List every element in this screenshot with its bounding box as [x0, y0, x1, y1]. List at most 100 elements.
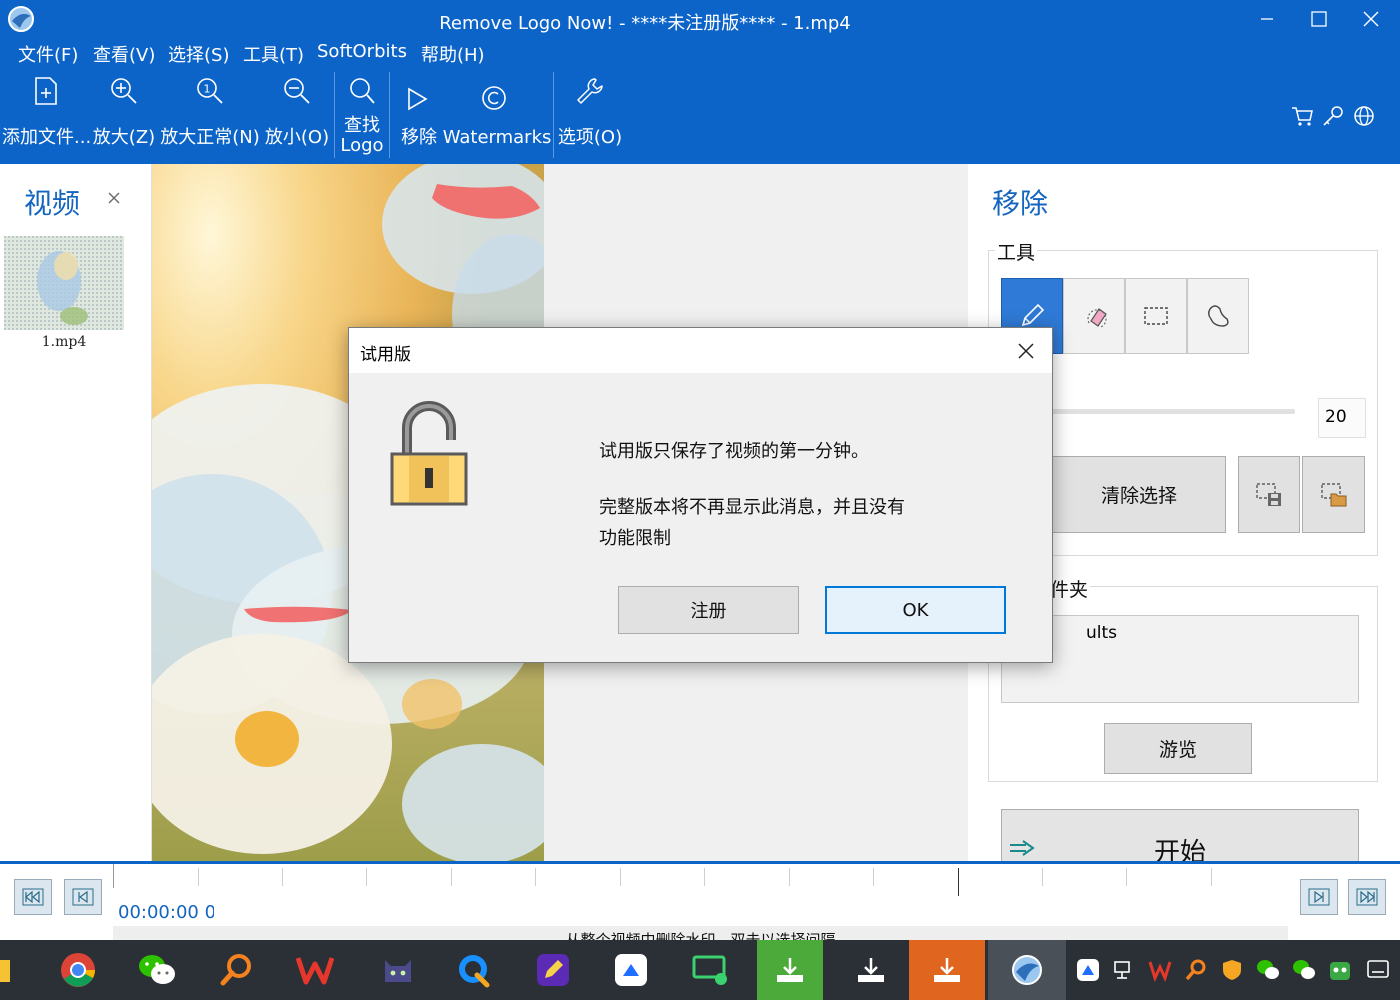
find-logo-label-2: Logo — [340, 135, 384, 156]
search-taskbar-button[interactable] — [212, 946, 260, 994]
tick — [1042, 868, 1043, 886]
chrome-taskbar-button[interactable] — [54, 946, 102, 994]
minimize-button[interactable] — [1244, 0, 1290, 38]
title-bar: Remove Logo Now! - ****未注册版**** - 1.mp4 — [0, 0, 1400, 38]
shield-icon[interactable] — [1220, 958, 1244, 982]
menu-select[interactable]: 选择(S) — [168, 41, 229, 67]
lasso-icon — [1208, 305, 1229, 327]
key-icon[interactable] — [1321, 104, 1345, 128]
maximize-icon — [1311, 11, 1327, 27]
menu-softorbits[interactable]: SoftOrbits — [317, 41, 407, 62]
menu-file[interactable]: 文件(F) — [18, 41, 78, 67]
browse-button[interactable]: 游览 — [1104, 723, 1252, 774]
ribbon-separator — [389, 72, 390, 158]
zoom-normal-button[interactable]: 1 放大正常(N) — [158, 68, 262, 164]
menu-tools[interactable]: 工具(T) — [243, 41, 304, 67]
ribbon-toolbar: 添加文件... 放大(Z) 1 放大正常(N) 放小(O) 查找 Logo 移除… — [0, 68, 1400, 164]
video-thumbnail[interactable] — [4, 236, 124, 330]
eraser-tool-button[interactable] — [1063, 278, 1125, 354]
timeline-ruler[interactable] — [113, 864, 1288, 896]
tray-wps-icon[interactable] — [1148, 958, 1172, 982]
go-to-start-button[interactable] — [14, 879, 52, 915]
zoom-out-label: 放小(O) — [264, 127, 330, 148]
register-button[interactable]: 注册 — [618, 586, 799, 634]
download-orange-taskbar-button[interactable] — [909, 940, 985, 1000]
feishu-taskbar-button[interactable] — [607, 946, 655, 994]
tray-green-app-icon[interactable] — [1328, 958, 1352, 982]
menu-bar: 文件(F) 查看(V) 选择(S) 工具(T) SoftOrbits 帮助(H) — [0, 38, 1400, 68]
brush-size-field[interactable]: 20 — [1318, 398, 1366, 438]
timeline-panel: 00:00:00 00 从整个视频中删除水印，双击以选择间隔 — [0, 861, 1400, 943]
lasso-tool-button[interactable] — [1187, 278, 1249, 354]
rect-select-tool-button[interactable] — [1125, 278, 1187, 354]
browser-taskbar-button[interactable] — [450, 946, 498, 994]
tray-wechat-icon[interactable] — [1256, 958, 1280, 982]
monitor-app-taskbar-button[interactable] — [686, 946, 734, 994]
zoom-normal-icon: 1 — [197, 78, 223, 104]
input-method-icon[interactable] — [1366, 958, 1390, 982]
video-panel-title: 视频 — [24, 187, 81, 220]
tick — [198, 868, 199, 886]
add-file-icon — [35, 77, 57, 105]
register-button-label: 注册 — [690, 601, 727, 622]
options-label: 选项(O) — [557, 127, 623, 148]
globe-icon[interactable] — [1352, 104, 1376, 128]
output-folder-field[interactable]: ults — [1001, 615, 1359, 703]
add-files-button[interactable]: 添加文件... — [2, 68, 92, 164]
wps-taskbar-button[interactable] — [291, 946, 339, 994]
dialog-close-icon[interactable] — [1013, 338, 1039, 364]
close-window-button[interactable] — [1348, 0, 1394, 38]
load-selection-button[interactable] — [1302, 456, 1365, 533]
play-icon — [408, 87, 428, 111]
cat-app-taskbar-button[interactable] — [374, 946, 422, 994]
close-icon — [1363, 11, 1379, 27]
save-selection-button[interactable] — [1238, 456, 1300, 533]
menu-help[interactable]: 帮助(H) — [421, 41, 485, 67]
copyright-icon — [482, 86, 506, 110]
clear-selection-button[interactable]: 清除选择 — [1052, 456, 1226, 533]
cart-icon[interactable] — [1290, 104, 1314, 128]
zoom-out-button[interactable]: 放小(O) — [262, 68, 332, 164]
screen-share-icon — [692, 955, 727, 985]
ribbon-separator — [553, 72, 554, 158]
brush-size-slider[interactable] — [1052, 409, 1295, 414]
window-title: Remove Logo Now! - ****未注册版**** - 1.mp4 — [439, 13, 851, 34]
file-explorer-icon[interactable] — [0, 960, 10, 982]
editor-taskbar-button[interactable] — [529, 946, 577, 994]
options-button[interactable]: 选项(O) — [556, 68, 624, 164]
tools-group-label: 工具 — [995, 238, 1038, 265]
skip-to-start-icon — [22, 888, 44, 906]
menu-view[interactable]: 查看(V) — [93, 41, 155, 67]
remove-watermarks-button[interactable]: 移除 Watermarks — [396, 68, 552, 164]
download-dark-taskbar-button[interactable] — [838, 940, 904, 1000]
step-back-icon — [72, 888, 94, 906]
tray-search-icon[interactable] — [1184, 958, 1208, 982]
ok-button[interactable]: OK — [825, 586, 1006, 634]
zoom-in-button[interactable]: 放大(Z) — [92, 68, 156, 164]
tray-wechat-work-icon[interactable] — [1292, 958, 1316, 982]
network-icon[interactable] — [1112, 958, 1136, 982]
start-button[interactable]: 开始 — [1001, 809, 1359, 869]
browse-label: 游览 — [1158, 739, 1197, 761]
download-green-taskbar-button[interactable] — [757, 940, 823, 1000]
pen-app-icon — [537, 954, 569, 986]
remove-logo-taskbar-button[interactable] — [988, 940, 1066, 1000]
timecode-display: 00:00:00 00 — [118, 902, 214, 923]
dialog-message-3: 功能限制 — [599, 528, 671, 549]
video-file-name: 1.mp4 — [41, 334, 87, 350]
eraser-icon — [1087, 308, 1107, 328]
next-frame-button[interactable] — [1300, 879, 1338, 915]
close-panel-icon[interactable] — [106, 190, 122, 206]
remove-panel-title: 移除 — [992, 187, 1049, 220]
go-to-end-button[interactable] — [1348, 879, 1386, 915]
wechat-taskbar-button[interactable] — [133, 946, 181, 994]
previous-frame-button[interactable] — [64, 879, 102, 915]
add-files-label: 添加文件... — [2, 127, 92, 148]
tray-feishu-icon[interactable] — [1076, 958, 1100, 982]
tick — [451, 868, 452, 886]
timeline-cursor[interactable] — [958, 868, 959, 896]
tick — [535, 868, 536, 886]
find-logo-button[interactable]: 查找 Logo — [336, 68, 388, 164]
zoom-in-icon — [111, 78, 137, 104]
maximize-button[interactable] — [1296, 0, 1342, 38]
